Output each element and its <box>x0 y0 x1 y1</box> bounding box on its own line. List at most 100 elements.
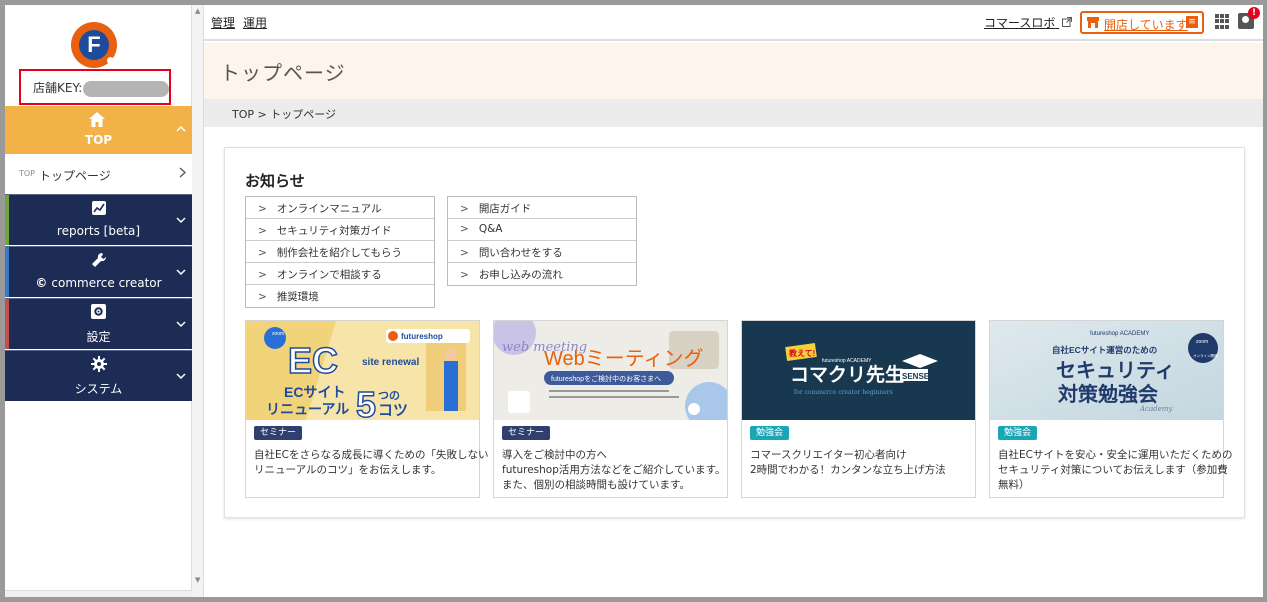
banner-subtitle: 自社ECサイト運営のための <box>1052 345 1157 355</box>
sidebar: F 店舗KEY: TOP TOP トップページ reports [beta] ©… <box>5 5 192 597</box>
chevron-down-icon <box>176 265 186 280</box>
breadcrumb-text: TOP > トップページ <box>232 108 337 121</box>
banner-five-text: 5 <box>356 384 376 420</box>
notification-badge: ! <box>1248 7 1260 19</box>
chevron-up-icon <box>176 121 186 135</box>
store-open-status-label: 開店しています <box>1104 18 1188 32</box>
sidebar-item-label: TOP <box>84 133 113 147</box>
menu-operate[interactable]: 運用 <box>243 14 267 31</box>
sidebar-item-top[interactable]: TOP <box>5 106 192 154</box>
logo-letter: F <box>79 30 109 60</box>
copyright-icon: © <box>35 276 48 290</box>
zoom-badge-text: zoom <box>272 331 284 337</box>
banner-seminar-web-meeting[interactable]: web meeting Webミーティング futureshopをご検討中のお客… <box>493 320 728 498</box>
scroll-up-arrow-icon[interactable]: ▲ <box>195 7 200 15</box>
banner-ecsite-text: ECサイト <box>284 384 345 400</box>
banner-renewal-text: site renewal <box>362 357 419 368</box>
sidebar-subitem-top-page[interactable]: TOP トップページ <box>5 154 192 194</box>
apps-grid-icon[interactable] <box>1215 14 1230 29</box>
banner-brand: futureshop <box>401 332 443 341</box>
banner-academy-text: futureshop ACADEMY <box>1090 331 1149 337</box>
banner-study-security[interactable]: futureshop ACADEMY 自社ECサイト運営のための セキュリティ … <box>989 320 1233 498</box>
breadcrumb: TOP > トップページ <box>204 99 1263 127</box>
chart-icon <box>5 200 192 219</box>
banner-image: web meeting Webミーティング futureshopをご検討中のお客… <box>494 321 727 420</box>
banner-description: コマースクリエイター初心者向け 2時間でわかる！カンタンな立ち上げ方法 <box>750 449 946 476</box>
banner-title: Webミーティング <box>544 347 704 370</box>
chevron-down-icon <box>176 369 186 384</box>
banner-description: 自社ECサイトを安心・安全に運用いただくための セキュリティ対策についてお伝えし… <box>998 449 1233 491</box>
top-bar: 管理 運用 コマースロボ 開店しています ≡ ! <box>204 5 1263 41</box>
page-header: トップページ <box>204 43 1263 99</box>
notice-link-online-manual[interactable]: > オンラインマニュアル <box>246 197 434 219</box>
shop-key: 店舗KEY: <box>19 69 171 105</box>
notice-link-recommended-env[interactable]: > 推奨環境 <box>246 285 434 307</box>
banner-title-line2: 対策勉強会 <box>1057 382 1158 406</box>
sidebar-item-settings[interactable]: 設定 <box>5 298 192 349</box>
banner-academy-script: Academy <box>1139 405 1173 413</box>
sidebar-subitem-prefix: TOP <box>19 169 36 178</box>
gear-icon <box>5 356 192 376</box>
chevron-down-icon <box>176 317 186 332</box>
banner-academy-text: futureshop ACADEMY <box>822 358 872 364</box>
notice-link-opening-guide[interactable]: > 開店ガイド <box>448 197 636 219</box>
notice-link-contact[interactable]: > 問い合わせをする <box>448 241 636 263</box>
sidebar-item-label: 設定 <box>86 330 111 344</box>
menu-manage[interactable]: 管理 <box>211 14 235 31</box>
banner-tag: 勉強会 <box>998 426 1038 440</box>
banner-study-komakuri[interactable]: 教えて! futureshop ACADEMY コマクリ先生 SENSEI fo… <box>741 320 976 498</box>
banner-tag: 勉強会 <box>750 426 790 440</box>
banner-subtitle: futureshopをご検討中のお客さまへ <box>551 374 661 383</box>
main-content: 管理 運用 コマースロボ 開店しています ≡ ! トップページ TOP > トッ… <box>204 5 1263 597</box>
shop-key-masked-value <box>83 80 170 97</box>
app-window: F 店舗KEY: TOP TOP トップページ reports [beta] ©… <box>0 0 1267 602</box>
banner-title-line1: セキュリティ <box>1056 360 1175 382</box>
store-open-status-button[interactable]: 開店しています ≡ <box>1080 11 1204 34</box>
sidebar-item-label: reports [beta] <box>56 224 141 238</box>
notice-link-security-guide[interactable]: > セキュリティ対策ガイド <box>246 219 434 241</box>
gear-box-icon <box>5 304 192 323</box>
sidebar-subitem-label: トップページ <box>39 169 111 183</box>
banner-seminar-renewal[interactable]: zoom futureshop EC site renewal ECサイト リニ… <box>245 320 488 498</box>
banner-kotsu-text: コツ <box>378 402 408 419</box>
banner-description: 導入をご検討中の方へ futureshop活用方法などをご紹介しています。 また… <box>502 449 726 491</box>
banner-tag: セミナー <box>502 426 551 440</box>
sidebar-item-reports[interactable]: reports [beta] <box>5 194 192 245</box>
sidebar-vertical-scrollbar[interactable]: ▲ ▼ <box>192 5 204 597</box>
sidebar-horizontal-scrollbar[interactable] <box>5 590 192 597</box>
banner-renewal-jp-text: リニューアル <box>266 401 349 417</box>
sidebar-item-label: システム <box>74 382 123 396</box>
banner-image: futureshop ACADEMY 自社ECサイト運営のための セキュリティ … <box>990 321 1223 420</box>
notice-card: お知らせ > オンラインマニュアル > セキュリティ対策ガイド > 制作会社を紹介して… <box>224 147 1245 518</box>
notice-link-qa[interactable]: > Q&A <box>448 219 636 241</box>
banner-tsuno-text: つの <box>378 389 400 402</box>
external-link-icon <box>1062 16 1073 30</box>
banner-image: zoom futureshop EC site renewal ECサイト リニ… <box>246 321 479 420</box>
futureshop-logo[interactable]: F <box>71 22 117 68</box>
scroll-down-arrow-icon[interactable]: ▼ <box>195 576 200 584</box>
shop-icon <box>1087 17 1099 31</box>
chevron-right-icon <box>179 166 186 182</box>
banner-image: 教えて! futureshop ACADEMY コマクリ先生 SENSEI fo… <box>742 321 975 420</box>
home-icon <box>89 112 105 132</box>
page-title: トップページ <box>220 61 346 85</box>
sidebar-item-label: © commerce creator <box>35 276 162 290</box>
notice-link-online-consult[interactable]: > オンラインで相談する <box>246 263 434 285</box>
online-badge-text: オンライン開催 <box>1193 353 1218 358</box>
notice-link-application-flow[interactable]: > お申し込みの流れ <box>448 263 636 285</box>
chevron-down-icon <box>176 213 186 228</box>
wrench-icon <box>5 252 192 272</box>
sidebar-item-system[interactable]: システム <box>5 350 192 401</box>
commerce-robo-link[interactable]: コマースロボ <box>984 14 1073 31</box>
shop-key-label: 店舗KEY: <box>33 81 83 95</box>
logo-registered-mark <box>107 57 114 64</box>
sidebar-item-commerce-creator[interactable]: © commerce creator <box>5 246 192 297</box>
banner-sensei-text: SENSEI <box>902 372 931 381</box>
notice-links-left: > オンラインマニュアル > セキュリティ対策ガイド > 制作会社を紹介してもらう >… <box>245 196 435 308</box>
user-account-icon[interactable]: ! <box>1238 7 1260 29</box>
zoom-badge-text: zoom <box>1196 339 1208 345</box>
status-menu-icon: ≡ <box>1186 16 1198 28</box>
banner-title: コマクリ先生 <box>790 363 904 386</box>
notice-links-right: > 開店ガイド > Q&A > 問い合わせをする > お申し込みの流れ <box>447 196 637 286</box>
notice-link-agency-intro[interactable]: > 制作会社を紹介してもらう <box>246 241 434 263</box>
